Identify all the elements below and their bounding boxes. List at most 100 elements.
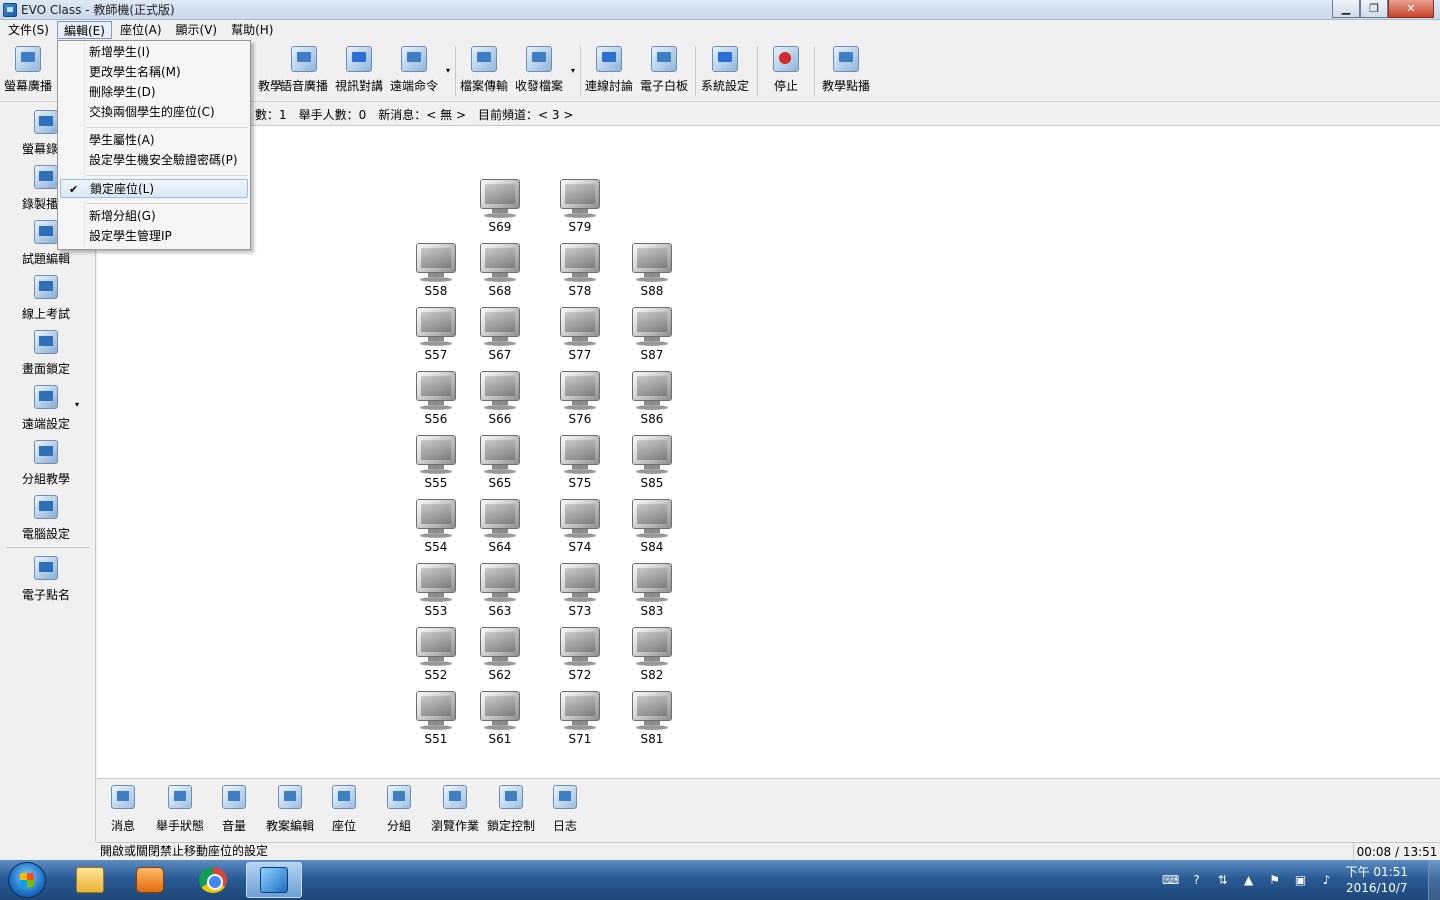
network-icon[interactable]: ▣: [1293, 872, 1309, 888]
send-receive-file-button[interactable]: 收發檔案: [515, 46, 563, 94]
student-seat[interactable]: S68: [470, 243, 530, 298]
menu-set-manager-ip[interactable]: 設定學生管理IP: [60, 227, 248, 246]
seat-label: S82: [640, 668, 664, 682]
student-seat[interactable]: S76: [550, 371, 610, 426]
student-seat[interactable]: S85: [622, 435, 682, 490]
taskbar-chrome[interactable]: [185, 862, 241, 898]
menu-swap-seats[interactable]: 交換兩個學生的座位(C): [60, 103, 248, 122]
group-teaching-button[interactable]: 分組教學: [0, 440, 92, 487]
menu-set-security-password[interactable]: 設定學生機安全驗證密碼(P): [60, 151, 248, 170]
student-seat[interactable]: S61: [470, 691, 530, 746]
system-settings-button[interactable]: 系統設定: [701, 46, 749, 94]
roll-call-button[interactable]: 電子點名: [0, 556, 92, 603]
taskbar-explorer[interactable]: [62, 862, 118, 898]
menu-view[interactable]: 顯示(V): [170, 21, 224, 39]
student-seat[interactable]: S51: [406, 691, 466, 746]
stop-button[interactable]: 停止: [773, 46, 799, 94]
remote-command-button[interactable]: 遠端命令: [390, 46, 438, 94]
student-seat[interactable]: S65: [470, 435, 530, 490]
student-seat[interactable]: S79: [550, 179, 610, 234]
menu-edit[interactable]: 編輯(E): [56, 21, 112, 39]
screen-lock-button[interactable]: 畫面鎖定: [0, 330, 92, 377]
speaker-icon[interactable]: ♪: [1319, 872, 1335, 888]
student-seat[interactable]: S57: [406, 307, 466, 362]
lesson-edit-button[interactable]: 教案編輯: [266, 785, 314, 834]
student-seat[interactable]: S87: [622, 307, 682, 362]
whiteboard-button[interactable]: 電子白板: [640, 46, 688, 94]
student-seat[interactable]: S81: [622, 691, 682, 746]
student-seat[interactable]: S71: [550, 691, 610, 746]
student-seat[interactable]: S86: [622, 371, 682, 426]
folder-icon: [76, 867, 104, 893]
monitor-icon: [558, 307, 602, 347]
menu-delete-student[interactable]: 刪除學生(D): [60, 83, 248, 102]
show-hidden-icon[interactable]: ▲: [1241, 872, 1257, 888]
send-receive-dropdown-icon[interactable]: ▾: [571, 66, 575, 75]
browse-homework-button[interactable]: 瀏覽作業: [431, 785, 479, 834]
remote-command-dropdown-icon[interactable]: ▾: [446, 66, 450, 75]
voice-broadcast-button[interactable]: 語音廣播: [280, 46, 328, 94]
screen-broadcast-button[interactable]: 螢幕廣播: [4, 46, 52, 94]
student-seat[interactable]: S67: [470, 307, 530, 362]
close-button[interactable]: ✕: [1388, 0, 1434, 18]
online-exam-button[interactable]: 線上考試: [0, 275, 92, 322]
student-seat[interactable]: S66: [470, 371, 530, 426]
student-seat[interactable]: S75: [550, 435, 610, 490]
menu-lock-seats[interactable]: ✔ 鎖定座位(L): [60, 179, 248, 198]
menu-add-group[interactable]: 新增分組(G): [60, 207, 248, 226]
student-seat[interactable]: S73: [550, 563, 610, 618]
student-seat[interactable]: S82: [622, 627, 682, 682]
keyboard-icon[interactable]: ⌨: [1162, 872, 1179, 888]
student-seat[interactable]: S58: [406, 243, 466, 298]
student-seat[interactable]: S64: [470, 499, 530, 554]
taskbar-evo-class[interactable]: [246, 862, 302, 898]
student-seat[interactable]: S56: [406, 371, 466, 426]
start-button[interactable]: [8, 862, 46, 898]
network-wifi-icon[interactable]: ⇅: [1215, 872, 1231, 888]
student-seat[interactable]: S74: [550, 499, 610, 554]
menu-rename-student[interactable]: 更改學生名稱(M): [60, 63, 248, 82]
minimize-button[interactable]: ▁: [1332, 0, 1360, 18]
file-transfer-button[interactable]: 檔案傳輸: [460, 46, 508, 94]
menu-file[interactable]: 文件(S): [2, 21, 55, 39]
vod-button[interactable]: 教學點播: [822, 46, 870, 94]
menu-seat[interactable]: 座位(A): [114, 21, 168, 39]
student-seat[interactable]: S72: [550, 627, 610, 682]
online-discussion-button[interactable]: 連線討論: [585, 46, 633, 94]
student-seat[interactable]: S63: [470, 563, 530, 618]
toolbar-label: 視訊對講: [335, 79, 384, 93]
raise-hand-button[interactable]: 舉手狀態: [156, 785, 204, 834]
menu-add-student[interactable]: 新增學生(I): [60, 43, 248, 62]
monitor-icon: [630, 435, 674, 475]
student-seat[interactable]: S69: [470, 179, 530, 234]
student-seat[interactable]: S88: [622, 243, 682, 298]
student-seat[interactable]: S84: [622, 499, 682, 554]
taskbar-media-player[interactable]: [122, 862, 178, 898]
lock-control-button[interactable]: 鎖定控制: [487, 785, 535, 834]
student-seat[interactable]: S53: [406, 563, 466, 618]
student-seat[interactable]: S62: [470, 627, 530, 682]
student-seat[interactable]: S54: [406, 499, 466, 554]
clock[interactable]: 下午 01:51 2016/10/7: [1346, 864, 1408, 896]
seat-label: S56: [424, 412, 448, 426]
video-talk-button[interactable]: 視訊對講: [335, 46, 383, 94]
student-seat[interactable]: S55: [406, 435, 466, 490]
group-button[interactable]: 分組: [387, 785, 411, 834]
flag-icon[interactable]: ⚑: [1267, 872, 1283, 888]
seat-button[interactable]: 座位: [332, 785, 356, 834]
student-seat[interactable]: S78: [550, 243, 610, 298]
message-button[interactable]: 消息: [111, 785, 135, 834]
help-icon[interactable]: ?: [1189, 872, 1205, 888]
log-button[interactable]: 日志: [553, 785, 577, 834]
computer-settings-button[interactable]: 電腦設定: [0, 495, 92, 542]
volume-button[interactable]: 音量: [222, 785, 246, 834]
menu-student-properties[interactable]: 學生屬性(A): [60, 131, 248, 150]
student-seat[interactable]: S83: [622, 563, 682, 618]
menu-help[interactable]: 幫助(H): [225, 21, 279, 39]
student-seat[interactable]: S52: [406, 627, 466, 682]
student-seat[interactable]: S77: [550, 307, 610, 362]
remote-settings-dropdown-icon[interactable]: ▾: [75, 400, 79, 409]
show-desktop-button[interactable]: [1428, 860, 1440, 900]
maximize-button[interactable]: ❐: [1360, 0, 1388, 18]
seat-map-canvas[interactable]: S58 S57 S56 S55 S54 S53 S52 S51 S69 S68 …: [97, 126, 1440, 778]
